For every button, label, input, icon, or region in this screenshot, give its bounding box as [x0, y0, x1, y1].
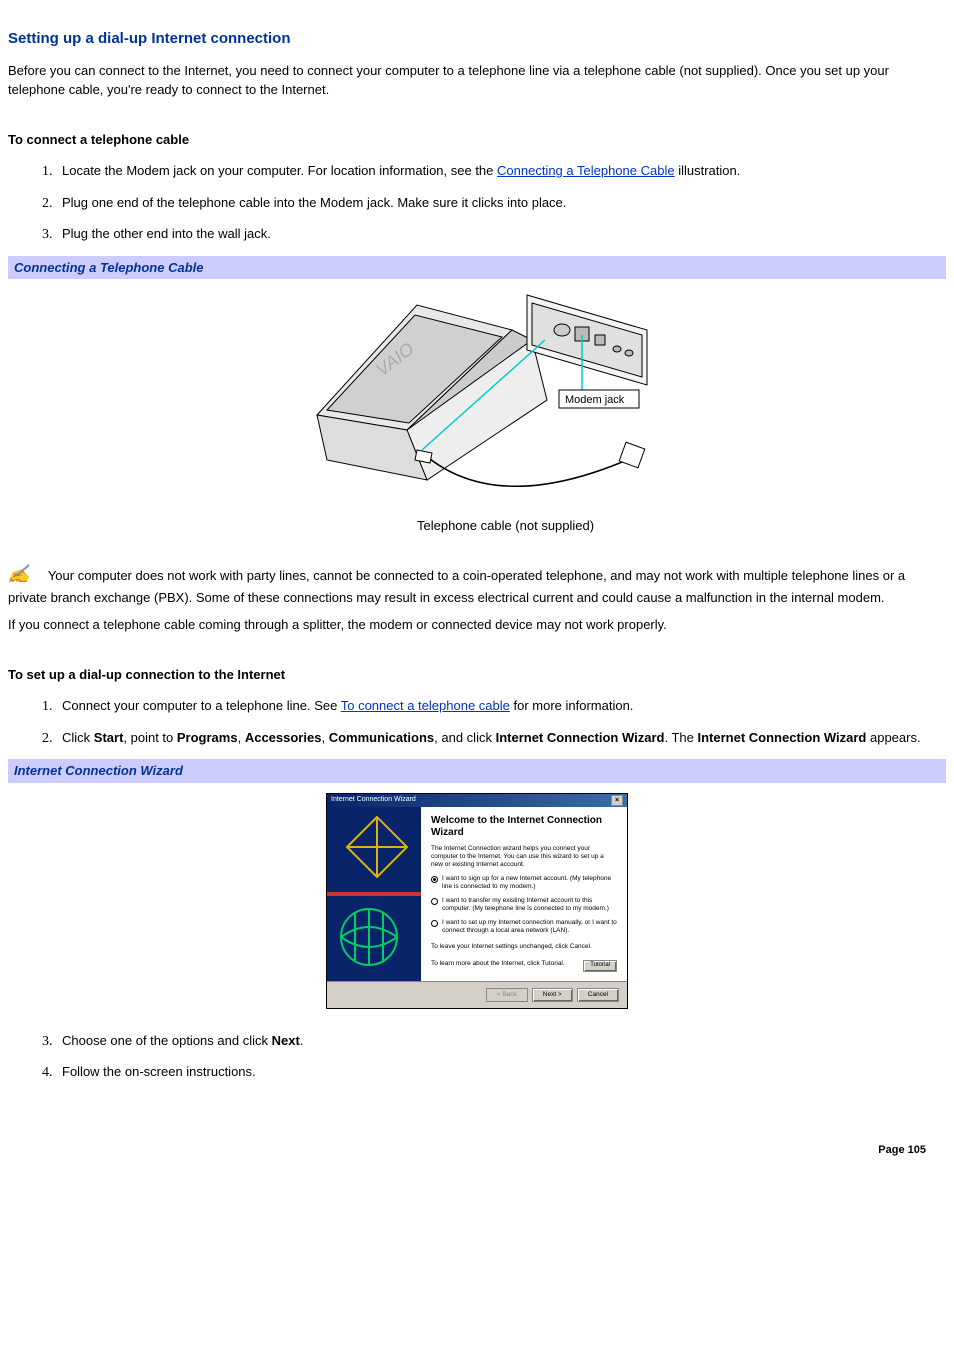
t: appears. [866, 730, 920, 745]
label-modem-jack: Modem jack [565, 394, 625, 406]
wizard-title-text: Internet Connection Wizard [331, 795, 416, 806]
bold-start: Start [94, 730, 124, 745]
step-text: Choose one of the options and click [62, 1033, 272, 1048]
step-3: Choose one of the options and click Next… [56, 1031, 946, 1051]
step-text-post: . [300, 1033, 304, 1048]
subheading-setup-dialup: To set up a dial-up connection to the In… [8, 665, 946, 685]
wizard-leave-text: To leave your Internet settings unchange… [431, 943, 617, 951]
wizard-footer: < Back Next > Cancel [327, 981, 627, 1008]
option-label: I want to transfer my existing Internet … [442, 897, 617, 914]
wizard-heading: Welcome to the Internet Connection Wizar… [431, 815, 617, 839]
note-paragraph: ✍ Your computer does not work with party… [8, 561, 946, 608]
t: , [238, 730, 245, 745]
wizard-learn-text: To learn more about the Internet, click … [431, 960, 565, 968]
step-text: Connect your computer to a telephone lin… [62, 698, 341, 713]
wizard-option-3[interactable]: I want to set up my Internet connection … [431, 919, 617, 936]
figure-connecting-cable: VAIO Modem jack Telephone cable (not sup… [8, 279, 946, 553]
option-label: I want to sign up for a new Internet acc… [442, 875, 617, 892]
step-text: Locate the Modem jack on your computer. … [62, 163, 497, 178]
bold-accessories: Accessories [245, 730, 322, 745]
wizard-dialog: Internet Connection Wizard × [326, 793, 628, 1009]
note-text: Your computer does not work with party l… [8, 568, 905, 605]
step-2: Click Start, point to Programs, Accessor… [56, 728, 946, 748]
wizard-intro: The Internet Connection wizard helps you… [431, 845, 617, 870]
subheading-connect-cable: To connect a telephone cable [8, 130, 946, 150]
wizard-option-2[interactable]: I want to transfer my existing Internet … [431, 897, 617, 914]
figure-caption-bar: Connecting a Telephone Cable [8, 256, 946, 280]
step-1: Connect your computer to a telephone lin… [56, 696, 946, 716]
back-button: < Back [486, 988, 528, 1002]
bold-communications: Communications [329, 730, 434, 745]
step-text-post: for more information. [510, 698, 634, 713]
intro-paragraph: Before you can connect to the Internet, … [8, 61, 946, 100]
option-label: I want to set up my Internet connection … [442, 919, 617, 936]
label-telephone-cable: Telephone cable (not supplied) [417, 518, 594, 533]
t: Click [62, 730, 94, 745]
step-4: Follow the on-screen instructions. [56, 1062, 946, 1082]
link-connecting-cable[interactable]: Connecting a Telephone Cable [497, 163, 675, 178]
tutorial-button[interactable]: Tutorial [583, 960, 617, 972]
t: , point to [123, 730, 176, 745]
wizard-titlebar: Internet Connection Wizard × [327, 794, 627, 807]
link-to-connect-cable[interactable]: To connect a telephone cable [341, 698, 510, 713]
bold-icw: Internet Connection Wizard [496, 730, 665, 745]
laptop-illustration: VAIO Modem jack Telephone cable (not sup… [297, 285, 657, 537]
note-icon: ✍ [6, 561, 33, 588]
t: , and click [434, 730, 495, 745]
close-icon[interactable]: × [611, 795, 623, 806]
steps-setup-dialup-cont: Choose one of the options and click Next… [8, 1031, 946, 1082]
next-button[interactable]: Next > [532, 988, 573, 1002]
t: , [321, 730, 328, 745]
bold-icw2: Internet Connection Wizard [697, 730, 866, 745]
page-number: Page 105 [8, 1142, 946, 1159]
wizard-figure: Internet Connection Wizard × [8, 783, 946, 1019]
steps-connect-cable: Locate the Modem jack on your computer. … [8, 161, 946, 244]
steps-setup-dialup: Connect your computer to a telephone lin… [8, 696, 946, 747]
step-1: Locate the Modem jack on your computer. … [56, 161, 946, 181]
note-followup: If you connect a telephone cable coming … [8, 615, 946, 635]
radio-icon[interactable] [431, 898, 438, 905]
bold-programs: Programs [177, 730, 238, 745]
bold-next: Next [272, 1033, 300, 1048]
wizard-sidebar-graphic [327, 807, 421, 982]
cancel-button[interactable]: Cancel [577, 988, 619, 1002]
step-3: Plug the other end into the wall jack. [56, 224, 946, 244]
radio-icon[interactable] [431, 920, 438, 927]
step-text-post: illustration. [675, 163, 741, 178]
figure-caption-bar-wizard: Internet Connection Wizard [8, 759, 946, 783]
radio-icon[interactable] [431, 876, 438, 883]
section-heading: Setting up a dial-up Internet connection [8, 28, 946, 51]
t: . The [664, 730, 697, 745]
step-2: Plug one end of the telephone cable into… [56, 193, 946, 213]
wizard-option-1[interactable]: I want to sign up for a new Internet acc… [431, 875, 617, 892]
wizard-content: Welcome to the Internet Connection Wizar… [421, 807, 627, 982]
